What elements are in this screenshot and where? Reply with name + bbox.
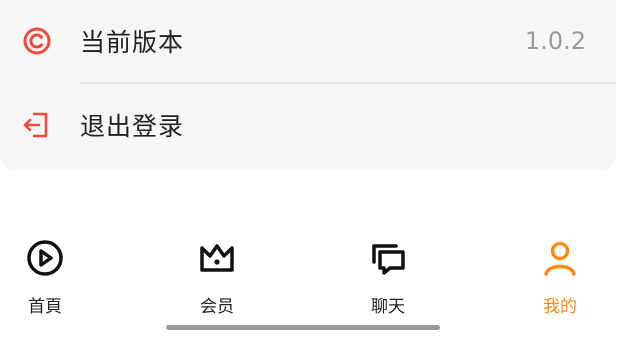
- bottom-tab-bar: 首頁 会员 聊天 我的: [0, 230, 620, 320]
- tab-home[interactable]: 首頁: [0, 230, 105, 320]
- settings-card: 当前版本 1.0.2 退出登录: [0, 0, 616, 170]
- logout-row[interactable]: 退出登录: [0, 84, 616, 166]
- tab-chat[interactable]: 聊天: [328, 230, 448, 320]
- tab-mine[interactable]: 我的: [500, 230, 620, 320]
- logout-label: 退出登录: [80, 112, 185, 141]
- tab-mine-label: 我的: [543, 297, 577, 317]
- chat-icon: [372, 244, 405, 275]
- tab-home-label: 首頁: [28, 297, 62, 317]
- version-value: 1.0.2: [524, 27, 586, 55]
- tab-chat-label: 聊天: [371, 297, 405, 317]
- copyright-icon: [23, 27, 51, 55]
- person-icon: [544, 241, 576, 276]
- version-row[interactable]: 当前版本 1.0.2: [0, 0, 616, 82]
- logout-icon: [23, 112, 48, 138]
- crown-icon: [200, 244, 234, 272]
- play-circle-icon: [27, 240, 63, 276]
- tab-member[interactable]: 会员: [157, 230, 277, 320]
- version-label: 当前版本: [80, 28, 185, 57]
- home-indicator[interactable]: [166, 325, 440, 330]
- tab-member-label: 会员: [200, 297, 234, 317]
